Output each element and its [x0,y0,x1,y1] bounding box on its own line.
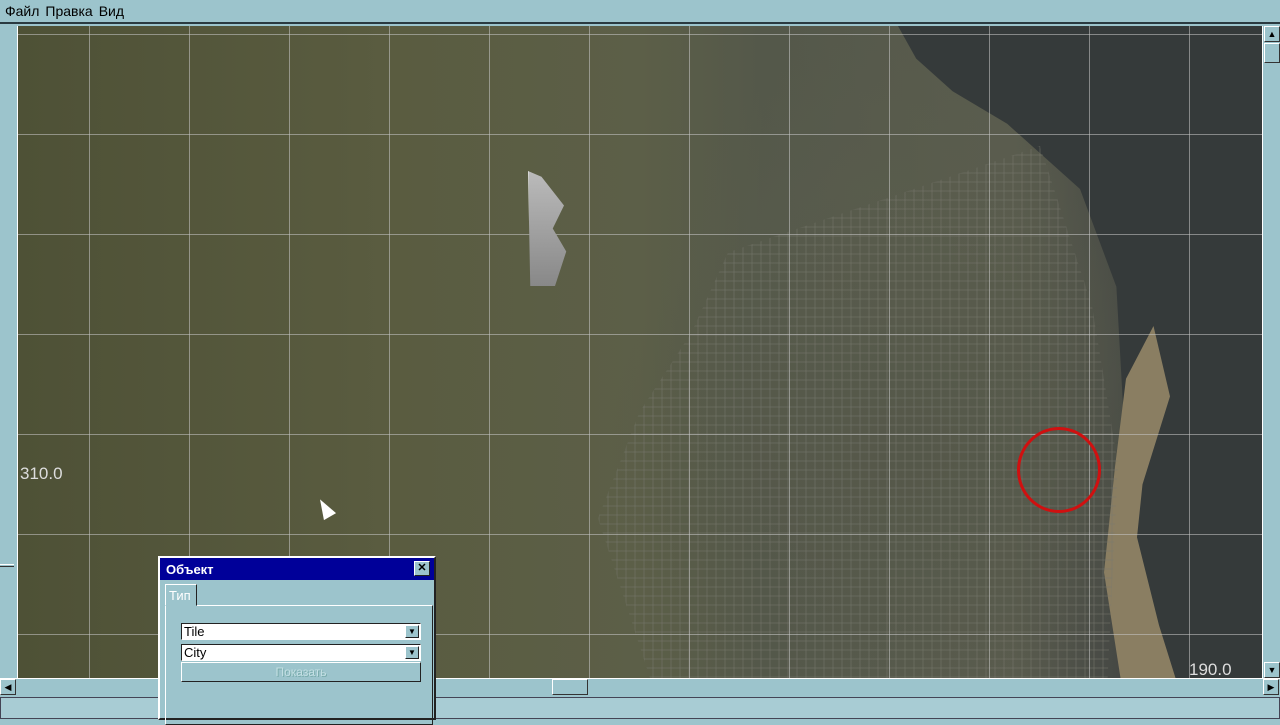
dialog-titlebar[interactable]: Объект ✕ [160,558,434,580]
show-button[interactable]: Показать [181,662,421,682]
menu-bar: Файл Правка Вид [0,0,1280,24]
close-icon[interactable]: ✕ [414,561,430,576]
horizontal-scroll-thumb[interactable] [552,679,588,695]
menu-edit[interactable]: Правка [45,3,92,19]
chevron-down-icon[interactable]: ▼ [405,625,419,638]
ruler-marker[interactable] [0,564,14,567]
scroll-left-icon[interactable]: ◀ [0,679,16,695]
tab-panel: Tile ▼ City ▼ Показать [165,605,433,725]
scroll-up-icon[interactable]: ▲ [1264,26,1280,42]
scroll-right-icon[interactable]: ▶ [1263,679,1279,695]
type-select[interactable]: Tile ▼ [181,623,421,640]
coord-label-right: 190.0 [1189,660,1232,678]
object-dialog: Объект ✕ Тип Tile ▼ City ▼ Показать [158,556,436,725]
vertical-scrollbar[interactable]: ▲ ▼ [1262,26,1280,678]
scroll-down-icon[interactable]: ▼ [1264,662,1280,678]
coord-label-left: 310.0 [20,464,63,483]
menu-view[interactable]: Вид [99,3,124,19]
subtype-select[interactable]: City ▼ [181,644,421,661]
subtype-select-value: City [184,645,207,660]
menu-file[interactable]: Файл [5,3,39,19]
highlight-circle [1017,427,1101,513]
type-select-value: Tile [184,624,205,639]
chevron-down-icon[interactable]: ▼ [405,646,419,659]
dialog-title: Объект [166,561,214,577]
left-ruler [0,26,18,678]
vertical-scroll-thumb[interactable] [1264,43,1280,63]
tab-type[interactable]: Тип [165,584,197,606]
